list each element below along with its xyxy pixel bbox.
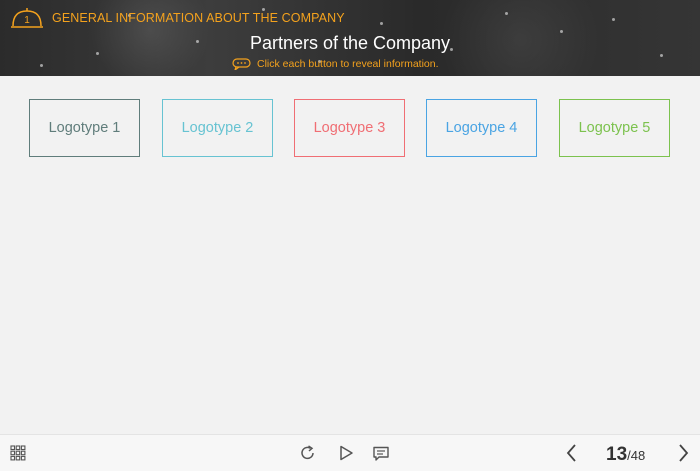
- hint-text: Click each button to reveal information.: [257, 58, 439, 70]
- section-number: 1: [24, 15, 30, 26]
- player-footer: 13/48: [0, 434, 700, 471]
- instruction-hint: Click each button to reveal information.: [232, 57, 439, 71]
- page-title: Partners of the Company: [249, 33, 451, 53]
- next-arrow-icon[interactable]: [674, 443, 692, 463]
- logotype-5-button[interactable]: Logotype 5: [559, 99, 670, 157]
- logotype-3-button[interactable]: Logotype 3: [294, 99, 405, 157]
- page-counter: 13/48: [606, 444, 645, 466]
- logotype-1-button[interactable]: Logotype 1: [29, 99, 140, 157]
- bell-badge-icon: 1: [11, 8, 43, 28]
- section-number-badge: 1: [9, 6, 45, 30]
- logotype-4-button[interactable]: Logotype 4: [426, 99, 537, 157]
- current-page: 13: [606, 444, 628, 465]
- play-icon[interactable]: [337, 444, 355, 462]
- section-title: GENERAL INFORMATION ABOUT THE COMPANY: [52, 11, 345, 25]
- header-banner: 1 GENERAL INFORMATION ABOUT THE COMPANY …: [0, 0, 700, 76]
- replay-icon[interactable]: [299, 444, 317, 462]
- prev-arrow-icon[interactable]: [563, 443, 581, 463]
- total-pages: /48: [627, 448, 646, 463]
- logotype-2-button[interactable]: Logotype 2: [162, 99, 273, 157]
- notes-icon[interactable]: [372, 445, 390, 463]
- menu-grid-icon[interactable]: [10, 445, 26, 461]
- speech-bubble-icon: [232, 58, 251, 70]
